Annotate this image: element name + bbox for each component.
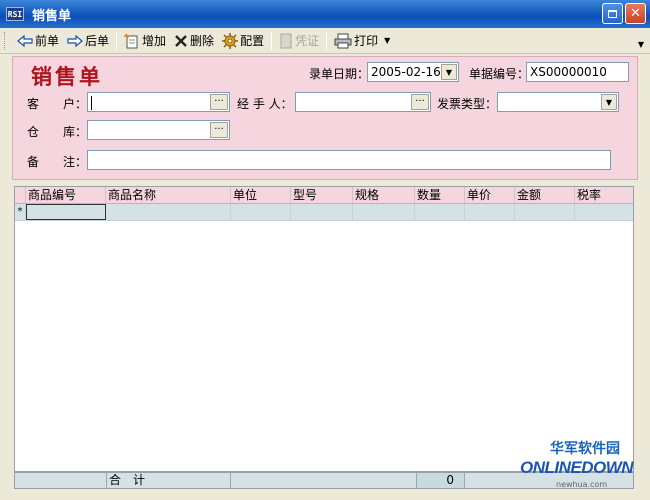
column-header[interactable]: 单位	[231, 187, 291, 203]
row-marker-header	[15, 187, 26, 203]
printer-icon	[334, 33, 352, 48]
table-row[interactable]: *	[15, 204, 633, 221]
date-field[interactable]: 2005-02-16 ▼	[367, 62, 459, 82]
delete-label: 删除	[190, 34, 215, 48]
watermark-url: newhua.com	[556, 480, 608, 489]
table-cell-selected[interactable]	[26, 204, 106, 220]
chevron-down-icon: ▼	[445, 67, 453, 77]
maximize-icon	[608, 9, 617, 18]
prev-label: 前单	[35, 34, 60, 48]
add-document-icon	[124, 33, 138, 48]
table-cell[interactable]	[231, 204, 291, 220]
toolbar-grip[interactable]	[4, 31, 7, 50]
footer-blank	[15, 473, 107, 488]
remark-field[interactable]	[87, 150, 611, 170]
watermark-cn: 华军软件园	[550, 441, 620, 457]
column-header[interactable]: 税率	[575, 187, 633, 203]
chevron-down-icon: ▼	[605, 97, 613, 107]
maximize-button[interactable]	[602, 3, 623, 24]
total-label: 合 计	[107, 473, 231, 488]
warehouse-label: 仓 库：	[27, 125, 88, 139]
print-button[interactable]: 打印 ▼	[330, 30, 394, 52]
config-label: 配置	[240, 34, 265, 48]
next-button[interactable]: 后单	[63, 30, 113, 52]
remark-label: 备 注：	[27, 155, 88, 169]
close-button[interactable]: ✕	[625, 3, 646, 24]
table-cell[interactable]	[106, 204, 231, 220]
toolbar-separator	[271, 31, 273, 50]
column-header[interactable]: 数量	[415, 187, 465, 203]
invoice-type-select[interactable]: ▼	[497, 92, 619, 112]
add-label: 增加	[142, 34, 167, 48]
customer-label: 客 户：	[27, 97, 88, 111]
warehouse-browse-button[interactable]: ···	[210, 122, 228, 138]
toolbar-separator	[326, 31, 328, 50]
next-label: 后单	[85, 34, 110, 48]
print-label: 打印	[354, 34, 379, 48]
new-row-marker: *	[15, 204, 26, 220]
customer-browse-button[interactable]: ···	[210, 94, 228, 110]
handler-browse-button[interactable]: ···	[411, 94, 429, 110]
watermark-logo: ONLINEDOWN	[520, 458, 634, 477]
column-header[interactable]: 商品名称	[106, 187, 231, 203]
date-label: 录单日期：	[309, 67, 370, 81]
prev-button[interactable]: 前单	[13, 30, 63, 52]
voucher-button[interactable]: 凭证	[275, 30, 323, 52]
column-header[interactable]: 单价	[465, 187, 515, 203]
column-header[interactable]: 规格	[353, 187, 415, 203]
ellipsis-icon: ···	[214, 124, 224, 135]
table-cell[interactable]	[291, 204, 353, 220]
detail-grid: 商品编号 商品名称 单位 型号 规格 数量 单价 金额 税率 *	[14, 186, 634, 472]
window-title: 销售单	[32, 8, 72, 24]
text-cursor	[91, 95, 92, 110]
docno-field[interactable]: XS00000010	[526, 62, 629, 82]
form-title: 销售单	[31, 64, 103, 89]
table-cell[interactable]	[575, 204, 633, 220]
delete-x-icon	[175, 34, 187, 47]
prev-arrow-icon	[17, 34, 33, 47]
onlinedown-watermark: 华军软件园 ONLINEDOWN newhua.com	[520, 438, 640, 494]
title-bar: RSI 销售单 ✕	[0, 0, 650, 28]
voucher-icon	[280, 33, 292, 48]
ellipsis-icon: ···	[415, 96, 425, 107]
close-icon: ✕	[630, 6, 641, 21]
date-value: 2005-02-16	[371, 65, 441, 79]
next-arrow-icon	[67, 34, 83, 47]
chevron-down-icon[interactable]: ▼	[384, 36, 390, 45]
toolbar: 前单 后单 增加 删除 配置 凭证 打印 ▼ ▼	[0, 28, 650, 54]
handler-label: 经 手 人：	[237, 97, 293, 111]
table-cell[interactable]	[353, 204, 415, 220]
voucher-label: 凭证	[295, 34, 320, 48]
ellipsis-icon: ···	[214, 96, 224, 107]
config-button[interactable]: 配置	[218, 30, 268, 52]
column-header[interactable]: 商品编号	[26, 187, 106, 203]
invoice-label: 发票类型：	[437, 97, 498, 111]
grid-header: 商品编号 商品名称 单位 型号 规格 数量 单价 金额 税率	[15, 187, 633, 204]
invoice-dropdown-button[interactable]: ▼	[601, 94, 617, 110]
quantity-total: 0	[417, 473, 465, 488]
warehouse-field[interactable]: ···	[87, 120, 230, 140]
app-icon: RSI	[6, 7, 24, 21]
gear-icon	[222, 32, 239, 49]
add-button[interactable]: 增加	[120, 30, 170, 52]
docno-value: XS00000010	[530, 65, 607, 79]
date-dropdown-button[interactable]: ▼	[441, 64, 457, 80]
footer-blank	[231, 473, 417, 488]
table-cell[interactable]	[515, 204, 575, 220]
docno-label: 单据编号：	[469, 67, 530, 81]
form-header: 销售单 录单日期： 2005-02-16 ▼ 单据编号： XS00000010 …	[12, 56, 638, 180]
column-header[interactable]: 型号	[291, 187, 353, 203]
table-cell[interactable]	[415, 204, 465, 220]
handler-field[interactable]: ···	[295, 92, 431, 112]
column-header[interactable]: 金额	[515, 187, 575, 203]
delete-button[interactable]: 删除	[170, 30, 218, 52]
table-cell[interactable]	[465, 204, 515, 220]
customer-field[interactable]: ···	[87, 92, 230, 112]
toolbar-separator	[116, 31, 118, 50]
toolbar-overflow-icon[interactable]: ▼	[638, 40, 644, 49]
